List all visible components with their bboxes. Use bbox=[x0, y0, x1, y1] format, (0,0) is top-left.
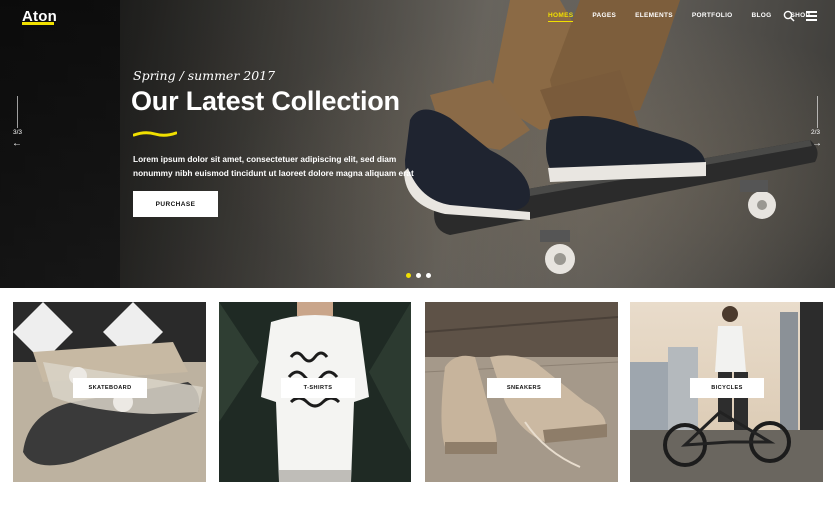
purchase-button[interactable]: PURCHASE bbox=[133, 191, 218, 217]
nav-item-portfolio[interactable]: PORTFOLIO bbox=[692, 12, 733, 19]
slide-dot-3[interactable] bbox=[426, 273, 431, 278]
category-card-skateboard[interactable]: SKATEBOARD bbox=[13, 302, 206, 482]
next-arrow-icon[interactable]: → bbox=[812, 138, 822, 149]
category-label[interactable]: SKATEBOARD bbox=[73, 378, 147, 398]
category-grid: SKATEBOARD T-SHIRTS SNEAKERS BICYCLES bbox=[13, 302, 823, 482]
prev-divider bbox=[17, 96, 18, 128]
nav-item-blog[interactable]: BLOG bbox=[752, 12, 772, 19]
menu-icon[interactable] bbox=[806, 11, 817, 21]
title-underline-decoration bbox=[133, 131, 177, 137]
hero-title: Our Latest Collection bbox=[131, 86, 400, 116]
logo-accent-bar bbox=[22, 22, 54, 25]
slide-dot-1[interactable] bbox=[406, 273, 411, 278]
slider-pagination bbox=[406, 273, 431, 278]
category-card-bicycles[interactable]: BICYCLES bbox=[630, 302, 823, 482]
prev-slide-count: 3/3 bbox=[13, 129, 23, 136]
next-divider bbox=[817, 96, 818, 128]
skater-illustration bbox=[404, 0, 818, 274]
nav-item-pages[interactable]: PAGES bbox=[592, 12, 616, 19]
next-slide-count: 2/3 bbox=[811, 129, 821, 136]
slide-dot-2[interactable] bbox=[416, 273, 421, 278]
hero-slider: Aton HOMES PAGES ELEMENTS PORTFOLIO BLOG… bbox=[0, 0, 835, 288]
hero-description: Lorem ipsum dolor sit amet, consectetuer… bbox=[133, 154, 414, 178]
nav-item-elements[interactable]: ELEMENTS bbox=[635, 12, 673, 19]
category-label[interactable]: SNEAKERS bbox=[487, 378, 561, 398]
search-icon[interactable] bbox=[783, 10, 795, 22]
category-label[interactable]: BICYCLES bbox=[690, 378, 764, 398]
hero-subtitle: Spring / summer 2017 bbox=[133, 68, 276, 83]
prev-arrow-icon[interactable]: ← bbox=[12, 138, 22, 149]
category-card-sneakers[interactable]: SNEAKERS bbox=[425, 302, 618, 482]
nav-item-homes[interactable]: HOMES bbox=[548, 12, 574, 22]
category-card-tshirts[interactable]: T-SHIRTS bbox=[219, 302, 412, 482]
category-label[interactable]: T-SHIRTS bbox=[281, 378, 355, 398]
